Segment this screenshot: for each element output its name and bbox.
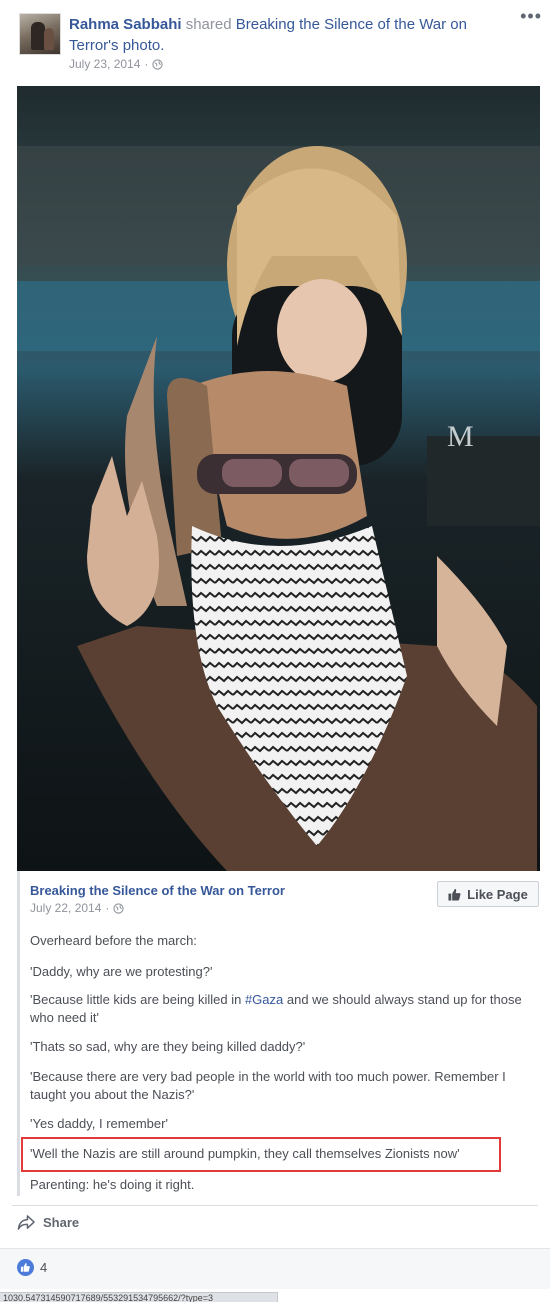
like-page-button[interactable]: Like Page: [437, 881, 539, 907]
post-meta: July 23, 2014 ·: [69, 57, 164, 71]
status-bar-url: 1030.547314590717689/553291534795662/?ty…: [0, 1292, 278, 1302]
post-text-fragment: 'Because little kids are being killed in: [30, 992, 245, 1007]
share-arrow-icon: [17, 1215, 35, 1230]
like-count: 4: [40, 1260, 48, 1275]
divider: [12, 1205, 538, 1206]
globe-icon[interactable]: [113, 902, 125, 914]
like-page-label: Like Page: [467, 886, 528, 902]
post-text-line: Parenting: he's doing it right.: [30, 1177, 195, 1192]
more-options-icon[interactable]: •••: [520, 7, 542, 25]
post-text-line: Overheard before the march:: [30, 933, 197, 948]
shared-page-name-link[interactable]: Breaking the Silence of the War on Terro…: [30, 883, 285, 898]
post-date[interactable]: July 23, 2014: [69, 57, 140, 71]
post-text-line: 'Because there are very bad people in th…: [30, 1069, 506, 1102]
like-reaction-icon: [17, 1259, 34, 1276]
svg-text:M: M: [447, 420, 474, 453]
post-card: Rahma Sabbahi shared Breaking the Silenc…: [0, 0, 550, 1302]
meta-separator: ·: [144, 57, 149, 71]
reactions-bar: 4: [0, 1248, 550, 1289]
share-label: Share: [43, 1215, 80, 1230]
quote-border: [17, 871, 20, 1196]
shared-photo[interactable]: M: [17, 86, 540, 871]
shared-verb: shared: [185, 16, 232, 33]
shared-page-meta: July 22, 2014 ·: [30, 901, 125, 915]
globe-icon[interactable]: [152, 58, 164, 70]
highlight-annotation: [21, 1137, 501, 1172]
post-header: Rahma Sabbahi shared Breaking the Silenc…: [69, 14, 509, 56]
thumbs-up-icon: [448, 888, 461, 901]
shared-page-date[interactable]: July 22, 2014: [30, 901, 101, 915]
hashtag-link[interactable]: #Gaza: [245, 992, 283, 1007]
reaction-summary[interactable]: 4: [17, 1259, 47, 1276]
photo-illustration: M: [17, 86, 540, 871]
post-text-line: 'Yes daddy, I remember': [30, 1116, 168, 1131]
shared-post-box: Breaking the Silence of the War on Terro…: [17, 871, 540, 1197]
post-text-paragraph: 'Because little kids are being killed in…: [30, 991, 535, 1027]
author-name-link[interactable]: Rahma Sabbahi: [69, 16, 182, 33]
author-avatar[interactable]: [19, 13, 61, 55]
share-button[interactable]: Share: [17, 1214, 79, 1231]
post-text-line: 'Thats so sad, why are they being killed…: [30, 1039, 306, 1054]
meta-separator: ·: [105, 901, 110, 915]
post-text-line: 'Daddy, why are we protesting?': [30, 964, 213, 979]
